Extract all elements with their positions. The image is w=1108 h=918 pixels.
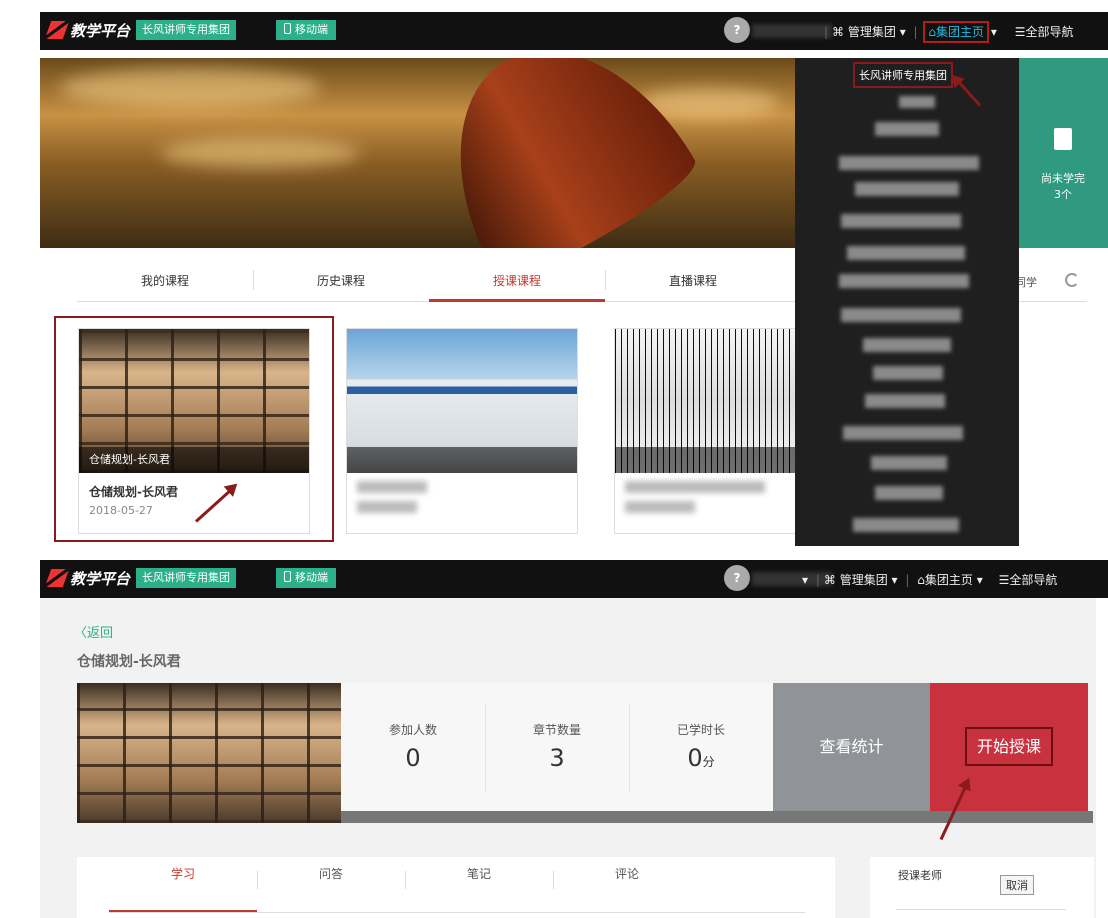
stat-chapters: 章节数量 3	[532, 723, 581, 772]
date-blurred	[357, 501, 417, 513]
avatar[interactable]: ?	[724, 565, 750, 591]
course-caption-blurred	[347, 447, 577, 473]
annotation-frame	[54, 316, 334, 542]
dropdown-item-blurred[interactable]	[839, 156, 979, 170]
group-dropdown: 长风讲师专用集团	[795, 58, 1019, 546]
dropdown-item-first[interactable]: 长风讲师专用集团	[853, 62, 953, 88]
boat-image	[405, 58, 705, 248]
logo-icon	[44, 569, 70, 587]
teacher-label: 授课老师	[898, 869, 942, 882]
stat-participants: 参加人数 0	[388, 723, 437, 772]
avatar[interactable]: ?	[724, 17, 750, 43]
grid-icon: ⌘	[832, 25, 845, 39]
hamburger-icon: ☰	[1014, 25, 1026, 39]
tab-teaching-courses[interactable]: 授课课程	[429, 268, 605, 302]
group-home-menu[interactable]: ⌂集团主页	[923, 21, 990, 43]
course-cover	[77, 683, 341, 823]
progress-strip	[341, 811, 1093, 823]
unfinished-label: 尚未学完	[1041, 172, 1085, 185]
phone-icon	[284, 571, 291, 582]
dropdown-item-blurred[interactable]	[847, 246, 965, 260]
stat-study-time: 已学时长 0分	[676, 723, 725, 772]
manage-group-menu[interactable]: 管理集团	[848, 25, 896, 39]
dropdown-item-blurred[interactable]	[865, 394, 945, 408]
book-icon	[1054, 128, 1072, 150]
title-blurred	[357, 481, 427, 493]
group-button[interactable]: 长风讲师专用集团	[136, 568, 236, 588]
title-blurred	[625, 481, 765, 493]
dropdown-item-blurred[interactable]	[841, 308, 961, 322]
mobile-button[interactable]: 移动端	[276, 568, 336, 588]
top-nav-bar: 教学平台 长风讲师专用集团 移动端 ? | ⌘ 管理集团 ▾ | ⌂集团主页 ▾ …	[40, 12, 1108, 50]
dropdown-item-blurred[interactable]	[839, 274, 969, 288]
grid-icon: ⌘	[823, 573, 836, 587]
top-menu: ▾ | ⌘ 管理集团 ▾ | ⌂集团主页 ▾ ☰全部导航	[802, 573, 1058, 587]
home-icon: ⌂	[928, 25, 937, 39]
group-home-menu[interactable]: ⌂集团主页	[917, 573, 973, 587]
start-teaching-button[interactable]: 开始授课	[930, 683, 1088, 811]
tab-notes[interactable]: 笔记	[405, 857, 553, 913]
course-thumbnail	[347, 329, 577, 473]
dropdown-item-blurred[interactable]	[875, 122, 939, 136]
unfinished-count: 3个	[1054, 188, 1072, 201]
course-stats: 参加人数 0 章节数量 3 已学时长 0分	[341, 683, 773, 811]
tab-qa[interactable]: 问答	[257, 857, 405, 913]
all-nav-menu[interactable]: ☰全部导航	[1015, 25, 1074, 39]
detail-tabs: 学习 问答 笔记 评论	[77, 857, 835, 918]
course-card[interactable]	[346, 328, 578, 534]
tab-history-courses[interactable]: 历史课程	[253, 268, 429, 302]
platform-logo[interactable]: 教学平台	[44, 20, 130, 41]
dropdown-item-blurred[interactable]	[841, 214, 961, 228]
dropdown-item-blurred[interactable]	[863, 338, 951, 352]
mobile-button[interactable]: 移动端	[276, 20, 336, 40]
tab-my-courses[interactable]: 我的课程	[77, 268, 253, 302]
hamburger-icon: ☰	[998, 573, 1010, 587]
platform-logo[interactable]: 教学平台	[44, 568, 130, 589]
dropdown-item-blurred[interactable]	[899, 96, 935, 108]
refresh-icon[interactable]	[1065, 273, 1079, 287]
dropdown-item-blurred[interactable]	[853, 518, 959, 532]
all-nav-menu[interactable]: ☰全部导航	[999, 573, 1058, 587]
teacher-panel: 授课老师 取消	[870, 857, 1094, 918]
group-button[interactable]: 长风讲师专用集团	[136, 20, 236, 40]
tab-live-courses[interactable]: 直播课程	[605, 268, 781, 302]
dropdown-item-blurred[interactable]	[855, 182, 959, 196]
back-link[interactable]: 〈返回	[74, 622, 113, 641]
dropdown-item-blurred[interactable]	[843, 426, 963, 440]
tab-comments[interactable]: 评论	[553, 857, 701, 913]
phone-icon	[284, 23, 291, 34]
cancel-button[interactable]: 取消	[1000, 875, 1034, 895]
top-nav-bar: 教学平台 长风讲师专用集团 移动端 ? ▾ | ⌘ 管理集团 ▾ | ⌂集团主页 …	[40, 560, 1108, 598]
dropdown-item-blurred[interactable]	[875, 486, 943, 500]
tab-study[interactable]: 学习	[109, 857, 257, 913]
date-blurred	[625, 501, 695, 513]
top-menu: | ⌘ 管理集团 ▾ | ⌂集团主页 ▾ ☰全部导航	[824, 21, 1074, 43]
view-stats-button[interactable]: 查看统计	[773, 683, 930, 811]
logo-icon	[44, 21, 70, 39]
dropdown-item-blurred[interactable]	[873, 366, 943, 380]
unfinished-panel[interactable]: 尚未学完 3个	[1018, 58, 1108, 248]
page-title: 仓储规划-长风君	[77, 654, 181, 670]
manage-group-menu[interactable]: 管理集团	[840, 573, 888, 587]
dropdown-item-blurred[interactable]	[871, 456, 947, 470]
home-icon: ⌂	[917, 573, 925, 587]
